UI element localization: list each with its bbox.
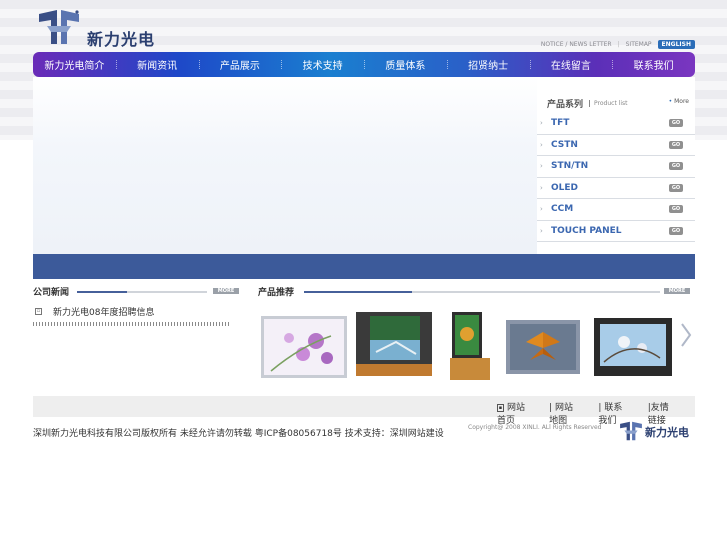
news-item-title: 新力光电08年度招聘信息 [53,307,155,318]
footer-info-text: 深圳新力光电科技有限公司版权所有 未经允许请勿转载 粤ICP备08056718号… [33,429,444,439]
copyright-text: Copyright@ 2008 XINLI. ALl Rights Reserv… [468,424,602,431]
product-item-stn[interactable]: › STN/TN GO [537,156,695,178]
news-section-header: 公司新闻 MORE [33,285,239,298]
product-thumbnail[interactable] [506,320,580,374]
footer-logo: 新力光电 [619,420,695,444]
notice-link[interactable]: NOTICE / NEWS LETTER [541,41,612,48]
top-links: NOTICE / NEWS LETTER | SITEMAP ENGLISH [541,38,695,50]
chevron-right-icon: › [540,226,543,235]
news-section-title: 公司新闻 [33,288,70,298]
bullet-box-icon: ▫ [35,307,42,315]
chevron-right-icon[interactable] [679,322,693,348]
english-button[interactable]: ENGLISH [657,39,695,49]
go-button[interactable]: GO [669,205,683,213]
logo-icon [39,10,79,44]
go-button[interactable]: GO [669,140,683,149]
product-list-header: 产品系列 Product list More [547,96,695,110]
product-item-label: TOUCH PANEL [551,225,622,236]
nav-item-contact[interactable]: 联系我们 [612,57,695,72]
product-thumbnail[interactable] [356,312,432,376]
chevron-right-icon: › [540,205,543,214]
product-item-oled[interactable]: › OLED GO [537,178,695,199]
product-item-label: TFT [551,118,570,129]
go-button[interactable]: GO [669,119,683,127]
sitemap-link[interactable]: SITEMAP [626,41,652,48]
products-section-header: 产品推荐 MORE [258,285,695,298]
chevron-right-icon: › [540,119,543,128]
main-nav: 新力光电简介 新闻资讯 产品展示 技术支持 质量体系 招贤纳士 在线留言 联系我… [33,52,695,77]
product-item-label: CSTN [551,139,578,150]
go-button[interactable]: GO [669,183,683,192]
footer-link-sitemap[interactable]: | 网站地图 [549,400,578,426]
nav-item-products[interactable]: 产品展示 [198,57,282,72]
go-button[interactable]: GO [669,226,683,235]
nav-item-news[interactable]: 新闻资讯 [115,57,199,72]
nav-item-quality[interactable]: 质量体系 [364,57,447,72]
logo[interactable]: 新力光电 [37,8,157,49]
nav-item-support[interactable]: 技术支持 [281,57,364,72]
home-icon: ▪ [497,403,504,412]
nav-item-about[interactable]: 新力光电简介 [33,57,116,72]
go-button[interactable]: GO [669,162,683,170]
product-list-panel: 产品系列 Product list More › TFT GO › CSTN G… [537,77,695,254]
products-more-button[interactable]: MORE [664,288,690,294]
product-item-ccm[interactable]: › CCM GO [537,199,695,221]
product-thumbnail[interactable] [594,318,672,376]
product-item-touch-panel[interactable]: › TOUCH PANEL GO [537,221,695,242]
chevron-right-icon: › [540,162,543,171]
product-thumbnail[interactable] [261,316,347,378]
footer-link-home[interactable]: ▪ 网站首页 [497,400,529,426]
product-list-title: 产品系列 [547,99,584,110]
divider-bar [33,254,695,279]
product-list-subtitle: Product list [589,99,628,107]
products-title-rule [304,291,660,293]
news-item[interactable]: ▫ 新力光电08年度招聘信息 [35,305,235,318]
products-section-title: 产品推荐 [258,288,295,298]
product-thumbnails [258,310,695,385]
product-thumbnail[interactable] [448,312,492,382]
product-item-label: STN/TN [551,161,589,172]
page: 新力光电 NOTICE / NEWS LETTER | SITEMAP ENGL… [33,0,695,545]
product-item-label: OLED [551,182,579,193]
product-list: › TFT GO › CSTN GO › STN/TN GO › OLED GO… [537,113,695,242]
chevron-right-icon: › [540,183,543,192]
logo-icon [620,421,642,441]
product-item-cstn[interactable]: › CSTN GO [537,135,695,156]
product-list-more-link[interactable]: More [669,98,689,105]
footer-logo-text: 新力光电 [645,426,689,439]
nav-item-jobs[interactable]: 招贤纳士 [446,57,530,72]
news-title-rule [77,291,207,293]
nav-item-message[interactable]: 在线留言 [529,57,613,72]
product-item-tft[interactable]: › TFT GO [537,113,695,135]
top-link-separator: | [617,40,620,48]
logo-text: 新力光电 [87,30,156,49]
product-item-label: CCM [551,204,574,215]
footer-link-label: 网站地图 [549,403,574,426]
banner-area [33,77,537,254]
dotted-divider [33,322,229,326]
chevron-right-icon: › [540,140,543,149]
news-more-button[interactable]: MORE [213,288,239,294]
